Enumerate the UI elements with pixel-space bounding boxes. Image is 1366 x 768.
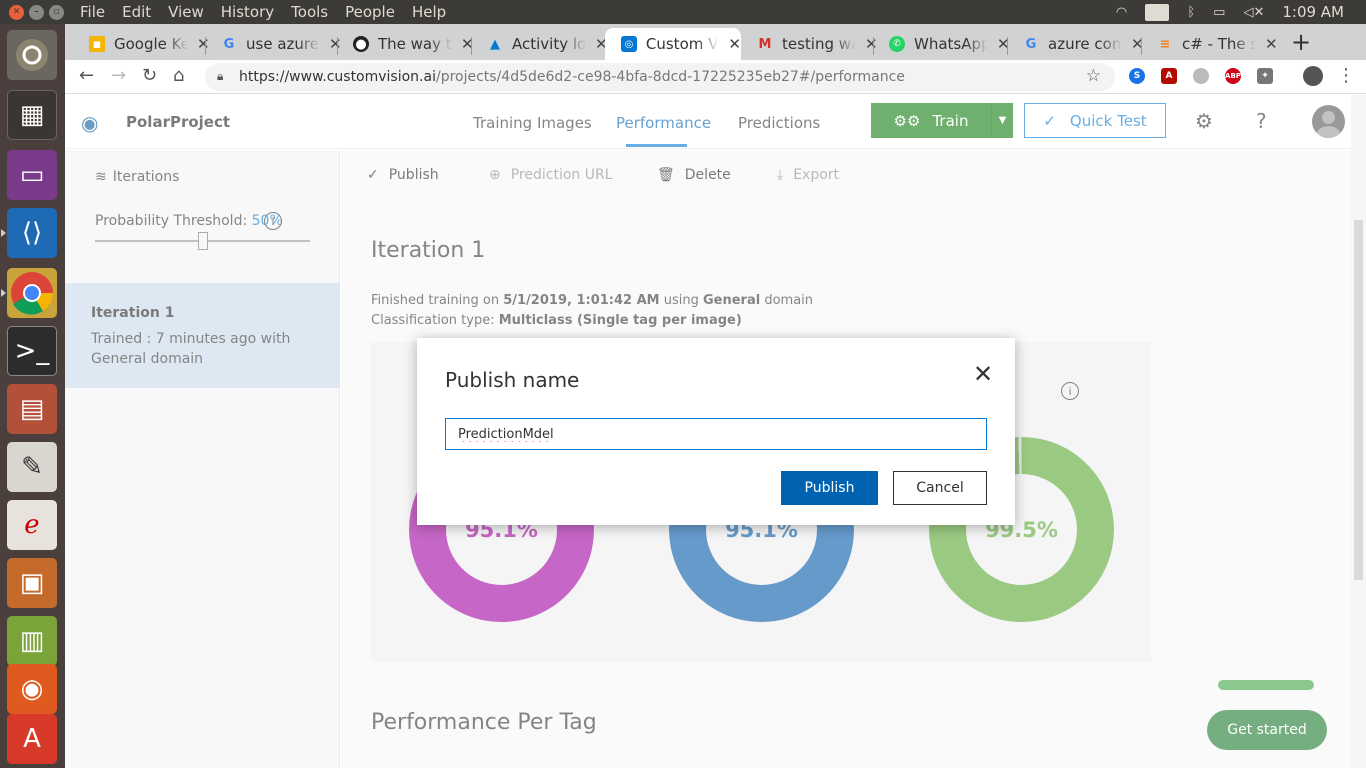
menu-edit[interactable]: Edit bbox=[122, 3, 151, 21]
reload-icon[interactable]: ↻ bbox=[142, 65, 157, 86]
menu-people[interactable]: People bbox=[345, 3, 395, 21]
cancel-button[interactable]: Cancel bbox=[893, 471, 987, 505]
tab-github[interactable]: ● The way to ✕ bbox=[337, 28, 474, 60]
tab-title: The way to bbox=[378, 35, 452, 53]
tab-google-keep[interactable]: ▪ Google Ke ✕ bbox=[73, 28, 210, 60]
whatsapp-icon: ✆ bbox=[889, 36, 905, 52]
wifi-icon[interactable]: ◠ bbox=[1116, 5, 1127, 20]
extension-puzzle-icon[interactable]: ✦ bbox=[1257, 68, 1273, 84]
tab-gmail[interactable]: M testing wa ✕ bbox=[741, 28, 878, 60]
tab-azure-con[interactable]: G azure con ✕ bbox=[1007, 28, 1144, 60]
menu-file[interactable]: File bbox=[80, 3, 105, 21]
profile-avatar-icon[interactable] bbox=[1303, 66, 1323, 86]
battery-icon[interactable]: ▭ bbox=[1213, 5, 1225, 20]
workspace-switcher-icon[interactable]: ▦ bbox=[7, 90, 57, 140]
tab-title: Activity lo bbox=[512, 35, 586, 53]
text-editor-icon[interactable]: ✎ bbox=[7, 442, 57, 492]
back-arrow-icon[interactable]: ← bbox=[79, 65, 94, 86]
clock[interactable]: 1:09 AM bbox=[1282, 3, 1344, 21]
menu-tools[interactable]: Tools bbox=[291, 3, 328, 21]
chrome-icon[interactable] bbox=[7, 268, 57, 318]
publish-button[interactable]: Publish bbox=[781, 471, 878, 505]
browser-toolbar: ← → ↻ ⌂ 🔒︎ https://www.customvision.ai/p… bbox=[65, 60, 1366, 94]
stackoverflow-icon: ≡ bbox=[1159, 36, 1171, 52]
tab-title: c# - The sp bbox=[1182, 35, 1256, 53]
home-icon[interactable]: ⌂ bbox=[173, 65, 184, 86]
volume-muted-icon[interactable]: ◁✕ bbox=[1243, 5, 1264, 20]
azure-icon: ▲ bbox=[490, 36, 500, 52]
tab-title: Google Ke bbox=[114, 35, 188, 53]
publish-name-input[interactable] bbox=[445, 418, 987, 450]
custom-vision-icon: ◎ bbox=[621, 36, 637, 52]
tab-use-azure[interactable]: G use azure ✕ bbox=[205, 28, 342, 60]
terminal-icon[interactable]: >_ bbox=[7, 326, 57, 376]
ubuntu-dash-icon[interactable] bbox=[7, 30, 57, 80]
keyboard-language-indicator[interactable]: En bbox=[1145, 3, 1170, 21]
tab-activity-log[interactable]: ▲ Activity lo ✕ bbox=[471, 28, 608, 60]
forward-arrow-icon[interactable]: → bbox=[111, 65, 126, 86]
app-menu-bar: File Edit View History Tools People Help bbox=[80, 3, 463, 21]
tab-stackoverflow[interactable]: ≡ c# - The sp ✕ bbox=[1141, 28, 1278, 60]
bluetooth-icon[interactable]: ᛒ bbox=[1187, 5, 1195, 20]
tab-custom-vision[interactable]: ◎ Custom Vi ✕ bbox=[605, 28, 741, 60]
extension-skype-icon[interactable]: S bbox=[1129, 68, 1145, 84]
url-host: https://www.customvision.ai bbox=[239, 69, 436, 85]
extension-circle-icon[interactable] bbox=[1193, 68, 1209, 84]
tab-title: Custom Vi bbox=[645, 35, 720, 53]
gmail-icon: M bbox=[758, 36, 772, 52]
google-icon: G bbox=[223, 36, 235, 52]
window-maximize-icon[interactable]: ▫ bbox=[49, 4, 64, 20]
browser-tab-strip: ▪ Google Ke ✕ G use azure ✕ ● The way to… bbox=[65, 24, 1366, 60]
app-window-icon[interactable]: ▭ bbox=[7, 150, 57, 200]
google-keep-icon: ▪ bbox=[89, 36, 105, 52]
software-center-icon[interactable]: A bbox=[7, 714, 57, 764]
google-icon: G bbox=[1025, 36, 1037, 52]
menu-help[interactable]: Help bbox=[412, 3, 446, 21]
window-minimize-icon[interactable]: – bbox=[29, 4, 44, 20]
tab-title: use azure bbox=[246, 35, 319, 53]
address-bar[interactable]: 🔒︎ https://www.customvision.ai/projects/… bbox=[205, 63, 1115, 91]
dialog-title: Publish name bbox=[445, 368, 580, 392]
tab-whatsapp[interactable]: ✆ WhatsApp ✕ bbox=[873, 28, 1010, 60]
launcher-running-indicator bbox=[1, 229, 6, 237]
lock-icon[interactable]: 🔒︎ bbox=[217, 69, 223, 84]
tab-title: testing wa bbox=[782, 35, 856, 53]
tab-close-icon[interactable]: ✕ bbox=[1265, 35, 1278, 53]
window-close-icon[interactable]: ✕ bbox=[9, 4, 24, 20]
pdf-reader-icon[interactable]: ℯ bbox=[7, 500, 57, 550]
ubuntu-launcher: ▦ ▭ ⟨⟩ >_ ▤ ✎ ℯ ▣ ▥ ◉ A bbox=[0, 24, 65, 768]
presentation-icon[interactable]: ▣ bbox=[7, 558, 57, 608]
menu-history[interactable]: History bbox=[221, 3, 274, 21]
extension-pdf-icon[interactable]: A bbox=[1161, 68, 1177, 84]
new-tab-icon[interactable]: + bbox=[1291, 28, 1311, 56]
launcher-running-indicator bbox=[1, 289, 6, 297]
vscode-icon[interactable]: ⟨⟩ bbox=[7, 208, 57, 258]
tab-title: azure con bbox=[1048, 35, 1122, 53]
url-path: /projects/4d5de6d2-ce98-4bfa-8dcd-172252… bbox=[435, 69, 905, 85]
libreoffice-icon[interactable]: ▥ bbox=[7, 616, 57, 666]
firefox-icon[interactable]: ◉ bbox=[7, 664, 57, 714]
tab-title: WhatsApp bbox=[914, 35, 988, 53]
system-tray: ◠ En ᛒ ▭ ◁✕ 1:09 AM bbox=[1116, 0, 1366, 24]
extension-adblock-icon[interactable]: ABP bbox=[1225, 68, 1241, 84]
tab-close-icon[interactable]: ✕ bbox=[728, 35, 741, 53]
github-icon: ● bbox=[353, 36, 369, 52]
publish-name-dialog: Publish name ✕ Publish Cancel bbox=[417, 338, 1015, 525]
bookmark-star-icon[interactable]: ☆ bbox=[1086, 66, 1101, 86]
menu-view[interactable]: View bbox=[168, 3, 204, 21]
files-icon[interactable]: ▤ bbox=[7, 384, 57, 434]
chrome-menu-icon[interactable]: ⋮ bbox=[1337, 65, 1355, 86]
system-top-panel: ✕ – ▫ File Edit View History Tools Peopl… bbox=[0, 0, 1366, 24]
close-icon[interactable]: ✕ bbox=[973, 362, 993, 386]
